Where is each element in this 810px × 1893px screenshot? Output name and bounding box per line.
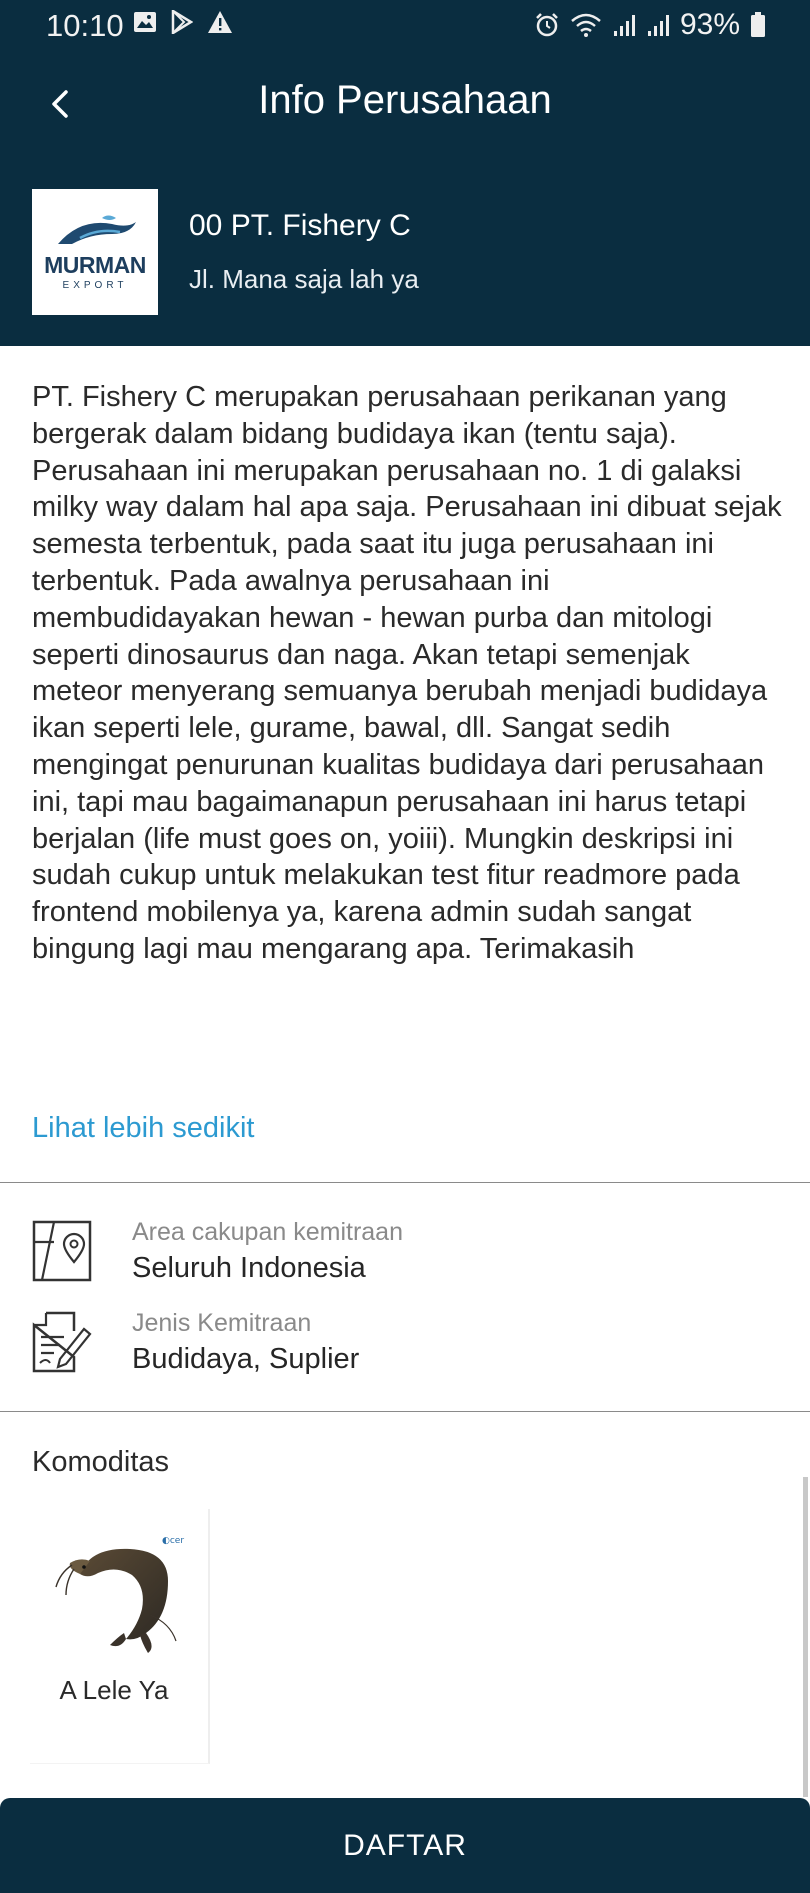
fish-logo-icon: [58, 215, 136, 244]
company-summary: MURMAN EXPORT 00 PT. Fishery C Jl. Mana …: [32, 189, 810, 315]
status-icons-left: [133, 10, 233, 34]
company-description: PT. Fishery C merupakan perusahaan perik…: [32, 381, 782, 965]
register-button-label: DAFTAR: [343, 1828, 467, 1862]
company-logo: MURMAN EXPORT: [32, 189, 158, 315]
logo-wordmark: MURMAN: [44, 251, 146, 278]
wifi-icon: [570, 13, 602, 37]
signal-icon: [646, 13, 670, 37]
company-name: 00 PT. Fishery C: [189, 209, 411, 242]
signal-icon: [612, 13, 636, 37]
partnership-area-row: Area cakupan kemitraan Seluruh Indonesia: [32, 1218, 782, 1288]
alarm-icon: [534, 12, 560, 38]
partnership-area-value: Seluruh Indonesia: [132, 1252, 366, 1284]
warning-icon: [207, 10, 233, 34]
divider: [0, 1411, 810, 1412]
catfish-image: ◐cer: [50, 1529, 195, 1659]
read-less-link[interactable]: Lihat lebih sedikit: [32, 1112, 254, 1145]
register-button[interactable]: DAFTAR: [0, 1798, 810, 1893]
partnership-type-row: Jenis Kemitraan Budidaya, Suplier: [32, 1309, 782, 1379]
svg-text:◐cer: ◐cer: [162, 1536, 184, 1546]
commodity-card[interactable]: ◐cer A Lele Ya: [30, 1509, 210, 1764]
status-bar: 10:10 93%: [0, 0, 810, 50]
app-bar: Info Perusahaan: [0, 62, 810, 146]
map-pin-icon: [32, 1220, 92, 1282]
company-header: 10:10 93% Info Perusahaan MURMAN EXPORT …: [0, 0, 810, 346]
divider: [0, 1182, 810, 1183]
logo-subtext: EXPORT: [62, 279, 128, 291]
status-time: 10:10: [46, 8, 124, 43]
page-title: Info Perusahaan: [258, 78, 552, 122]
commodities-title: Komoditas: [32, 1446, 170, 1478]
document-edit-icon: [32, 1311, 92, 1373]
scrollbar[interactable]: [803, 1477, 808, 1797]
image-icon: [133, 11, 157, 33]
commodity-name: A Lele Ya: [59, 1675, 169, 1705]
partnership-area-label: Area cakupan kemitraan: [132, 1218, 403, 1246]
battery-percent: 93%: [679, 8, 740, 41]
battery-icon: [750, 12, 766, 38]
partnership-type-value: Budidaya, Suplier: [132, 1343, 360, 1375]
partnership-type-label: Jenis Kemitraan: [132, 1309, 312, 1337]
status-icons-right: 93%: [534, 8, 766, 42]
play-store-icon: [171, 10, 193, 34]
company-address: Jl. Mana saja lah ya: [189, 264, 419, 294]
